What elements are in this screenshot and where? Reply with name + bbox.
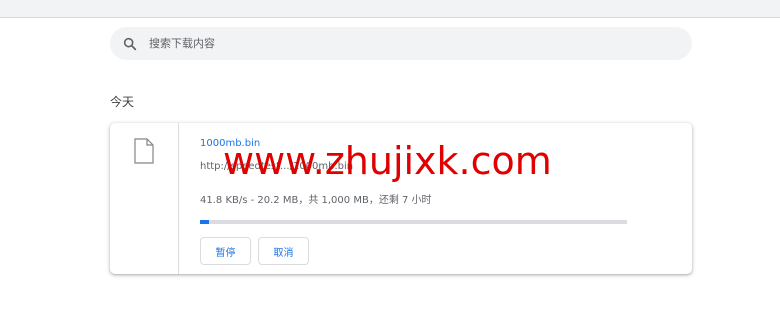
- progress-bar-fill: [200, 220, 209, 224]
- file-icon-column: [110, 123, 179, 274]
- search-input[interactable]: [149, 33, 649, 54]
- top-bar: [0, 0, 780, 18]
- cancel-button[interactable]: 取消: [258, 237, 309, 265]
- date-header: 今天: [110, 95, 135, 109]
- watermark-text: www.zhujixk.com: [223, 139, 552, 183]
- pause-button[interactable]: 暂停: [200, 237, 251, 265]
- download-status: 41.8 KB/s - 20.2 MB，共 1,000 MB，还剩 7 小时: [200, 195, 432, 206]
- file-icon: [134, 138, 154, 164]
- progress-bar: [200, 220, 627, 224]
- search-bar[interactable]: [110, 27, 692, 60]
- search-icon: [123, 37, 137, 50]
